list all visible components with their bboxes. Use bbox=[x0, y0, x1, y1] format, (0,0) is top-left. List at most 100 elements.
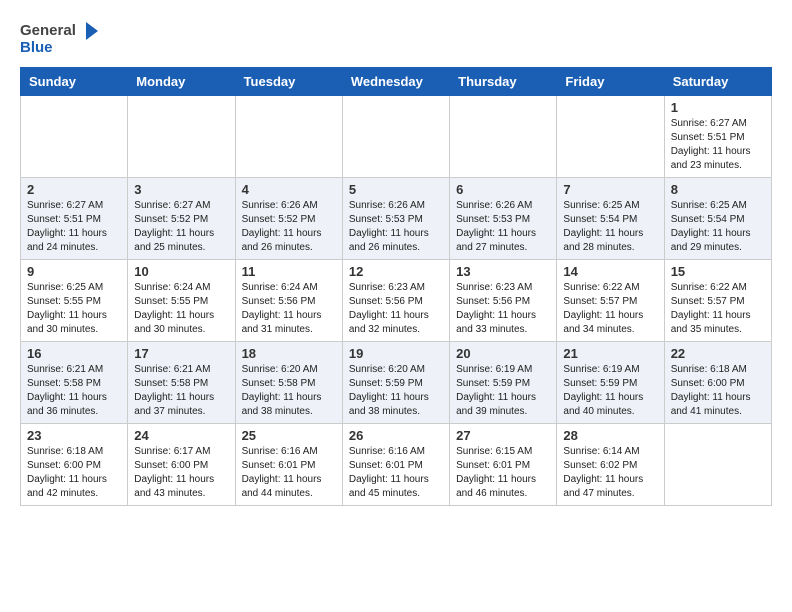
weekday-header-friday: Friday bbox=[557, 67, 664, 95]
calendar-week-1: 1Sunrise: 6:27 AM Sunset: 5:51 PM Daylig… bbox=[21, 95, 772, 177]
calendar-cell bbox=[664, 423, 771, 505]
day-info: Sunrise: 6:18 AM Sunset: 6:00 PM Dayligh… bbox=[27, 445, 121, 501]
day-info: Sunrise: 6:22 AM Sunset: 5:57 PM Dayligh… bbox=[671, 281, 765, 337]
calendar-cell: 10 Sunrise: 6:24 AM Sunset: 5:55 PM Dayli… bbox=[128, 259, 235, 341]
day-info: Sunrise: 6:25 AM Sunset: 5:54 PM Dayligh… bbox=[563, 199, 657, 255]
day-number: 6 bbox=[456, 182, 550, 197]
calendar-cell: 5 Sunrise: 6:26 AM Sunset: 5:53 PM Daylig… bbox=[342, 177, 449, 259]
day-info: Sunrise: 6:22 AM Sunset: 5:57 PM Dayligh… bbox=[563, 281, 657, 337]
calendar-cell: 6 Sunrise: 6:26 AM Sunset: 5:53 PM Daylig… bbox=[450, 177, 557, 259]
calendar-cell: 25 Sunrise: 6:16 AM Sunset: 6:01 PM Dayli… bbox=[235, 423, 342, 505]
calendar-cell bbox=[450, 95, 557, 177]
day-number: 19 bbox=[349, 346, 443, 361]
day-number: 24 bbox=[134, 428, 228, 443]
calendar-cell: 7 Sunrise: 6:25 AM Sunset: 5:54 PM Daylig… bbox=[557, 177, 664, 259]
day-info: Sunrise: 6:24 AM Sunset: 5:55 PM Dayligh… bbox=[134, 281, 228, 337]
logo-arrow-icon bbox=[78, 20, 100, 42]
day-number: 18 bbox=[242, 346, 336, 361]
day-info: Sunrise: 6:21 AM Sunset: 5:58 PM Dayligh… bbox=[27, 363, 121, 419]
day-number: 26 bbox=[349, 428, 443, 443]
logo-text: General Blue bbox=[20, 20, 100, 57]
calendar-cell: 2 Sunrise: 6:27 AM Sunset: 5:51 PM Daylig… bbox=[21, 177, 128, 259]
day-number: 17 bbox=[134, 346, 228, 361]
logo-general: General bbox=[20, 23, 76, 40]
calendar-cell: 17 Sunrise: 6:21 AM Sunset: 5:58 PM Dayli… bbox=[128, 341, 235, 423]
calendar-cell: 9Sunrise: 6:25 AM Sunset: 5:55 PM Daylig… bbox=[21, 259, 128, 341]
calendar-cell: 15 Sunrise: 6:22 AM Sunset: 5:57 PM Dayli… bbox=[664, 259, 771, 341]
day-info: Sunrise: 6:25 AM Sunset: 5:54 PM Dayligh… bbox=[671, 199, 765, 255]
calendar-cell: 24 Sunrise: 6:17 AM Sunset: 6:00 PM Dayli… bbox=[128, 423, 235, 505]
calendar-cell: 3 Sunrise: 6:27 AM Sunset: 5:52 PM Daylig… bbox=[128, 177, 235, 259]
weekday-header-tuesday: Tuesday bbox=[235, 67, 342, 95]
day-number: 7 bbox=[563, 182, 657, 197]
calendar-week-2: 2 Sunrise: 6:27 AM Sunset: 5:51 PM Daylig… bbox=[21, 177, 772, 259]
day-number: 14 bbox=[563, 264, 657, 279]
calendar: SundayMondayTuesdayWednesdayThursdayFrid… bbox=[20, 67, 772, 506]
calendar-cell: 22 Sunrise: 6:18 AM Sunset: 6:00 PM Dayli… bbox=[664, 341, 771, 423]
calendar-cell: 16 Sunrise: 6:21 AM Sunset: 5:58 PM Dayli… bbox=[21, 341, 128, 423]
day-info: Sunrise: 6:20 AM Sunset: 5:58 PM Dayligh… bbox=[242, 363, 336, 419]
day-number: 1 bbox=[671, 100, 765, 115]
day-info: Sunrise: 6:27 AM Sunset: 5:51 PM Dayligh… bbox=[27, 199, 121, 255]
day-info: Sunrise: 6:24 AM Sunset: 5:56 PM Dayligh… bbox=[242, 281, 336, 337]
day-info: Sunrise: 6:19 AM Sunset: 5:59 PM Dayligh… bbox=[563, 363, 657, 419]
weekday-header-thursday: Thursday bbox=[450, 67, 557, 95]
day-info: Sunrise: 6:25 AM Sunset: 5:55 PM Dayligh… bbox=[27, 281, 121, 337]
day-info: Sunrise: 6:23 AM Sunset: 5:56 PM Dayligh… bbox=[349, 281, 443, 337]
calendar-cell: 21 Sunrise: 6:19 AM Sunset: 5:59 PM Dayli… bbox=[557, 341, 664, 423]
calendar-cell: 4 Sunrise: 6:26 AM Sunset: 5:52 PM Daylig… bbox=[235, 177, 342, 259]
weekday-header-wednesday: Wednesday bbox=[342, 67, 449, 95]
day-number: 20 bbox=[456, 346, 550, 361]
calendar-cell bbox=[128, 95, 235, 177]
day-number: 4 bbox=[242, 182, 336, 197]
day-info: Sunrise: 6:15 AM Sunset: 6:01 PM Dayligh… bbox=[456, 445, 550, 501]
day-number: 2 bbox=[27, 182, 121, 197]
day-number: 27 bbox=[456, 428, 550, 443]
day-number: 10 bbox=[134, 264, 228, 279]
day-number: 5 bbox=[349, 182, 443, 197]
calendar-cell: 18 Sunrise: 6:20 AM Sunset: 5:58 PM Dayli… bbox=[235, 341, 342, 423]
day-number: 3 bbox=[134, 182, 228, 197]
calendar-week-4: 16 Sunrise: 6:21 AM Sunset: 5:58 PM Dayli… bbox=[21, 341, 772, 423]
day-number: 22 bbox=[671, 346, 765, 361]
logo-blue: Blue bbox=[20, 40, 100, 57]
calendar-cell: 1Sunrise: 6:27 AM Sunset: 5:51 PM Daylig… bbox=[664, 95, 771, 177]
day-number: 21 bbox=[563, 346, 657, 361]
day-info: Sunrise: 6:26 AM Sunset: 5:53 PM Dayligh… bbox=[349, 199, 443, 255]
day-number: 25 bbox=[242, 428, 336, 443]
weekday-header-row: SundayMondayTuesdayWednesdayThursdayFrid… bbox=[21, 67, 772, 95]
day-info: Sunrise: 6:14 AM Sunset: 6:02 PM Dayligh… bbox=[563, 445, 657, 501]
calendar-cell: 20 Sunrise: 6:19 AM Sunset: 5:59 PM Dayli… bbox=[450, 341, 557, 423]
calendar-cell: 13 Sunrise: 6:23 AM Sunset: 5:56 PM Dayli… bbox=[450, 259, 557, 341]
calendar-cell: 28 Sunrise: 6:14 AM Sunset: 6:02 PM Dayli… bbox=[557, 423, 664, 505]
calendar-cell: 26 Sunrise: 6:16 AM Sunset: 6:01 PM Dayli… bbox=[342, 423, 449, 505]
day-info: Sunrise: 6:16 AM Sunset: 6:01 PM Dayligh… bbox=[242, 445, 336, 501]
day-info: Sunrise: 6:26 AM Sunset: 5:52 PM Dayligh… bbox=[242, 199, 336, 255]
day-number: 15 bbox=[671, 264, 765, 279]
day-info: Sunrise: 6:17 AM Sunset: 6:00 PM Dayligh… bbox=[134, 445, 228, 501]
day-info: Sunrise: 6:20 AM Sunset: 5:59 PM Dayligh… bbox=[349, 363, 443, 419]
calendar-cell: 23Sunrise: 6:18 AM Sunset: 6:00 PM Dayli… bbox=[21, 423, 128, 505]
calendar-cell bbox=[557, 95, 664, 177]
calendar-cell: 19 Sunrise: 6:20 AM Sunset: 5:59 PM Dayli… bbox=[342, 341, 449, 423]
day-info: Sunrise: 6:21 AM Sunset: 5:58 PM Dayligh… bbox=[134, 363, 228, 419]
day-info: Sunrise: 6:23 AM Sunset: 5:56 PM Dayligh… bbox=[456, 281, 550, 337]
day-number: 16 bbox=[27, 346, 121, 361]
day-info: Sunrise: 6:19 AM Sunset: 5:59 PM Dayligh… bbox=[456, 363, 550, 419]
day-number: 13 bbox=[456, 264, 550, 279]
day-number: 11 bbox=[242, 264, 336, 279]
day-number: 12 bbox=[349, 264, 443, 279]
weekday-header-monday: Monday bbox=[128, 67, 235, 95]
calendar-week-3: 9Sunrise: 6:25 AM Sunset: 5:55 PM Daylig… bbox=[21, 259, 772, 341]
calendar-cell: 11 Sunrise: 6:24 AM Sunset: 5:56 PM Dayli… bbox=[235, 259, 342, 341]
calendar-cell bbox=[235, 95, 342, 177]
logo: General Blue bbox=[20, 20, 100, 57]
day-number: 28 bbox=[563, 428, 657, 443]
calendar-cell: 12 Sunrise: 6:23 AM Sunset: 5:56 PM Dayli… bbox=[342, 259, 449, 341]
calendar-cell: 8Sunrise: 6:25 AM Sunset: 5:54 PM Daylig… bbox=[664, 177, 771, 259]
day-info: Sunrise: 6:27 AM Sunset: 5:52 PM Dayligh… bbox=[134, 199, 228, 255]
calendar-cell bbox=[21, 95, 128, 177]
day-info: Sunrise: 6:18 AM Sunset: 6:00 PM Dayligh… bbox=[671, 363, 765, 419]
day-info: Sunrise: 6:26 AM Sunset: 5:53 PM Dayligh… bbox=[456, 199, 550, 255]
day-info: Sunrise: 6:16 AM Sunset: 6:01 PM Dayligh… bbox=[349, 445, 443, 501]
